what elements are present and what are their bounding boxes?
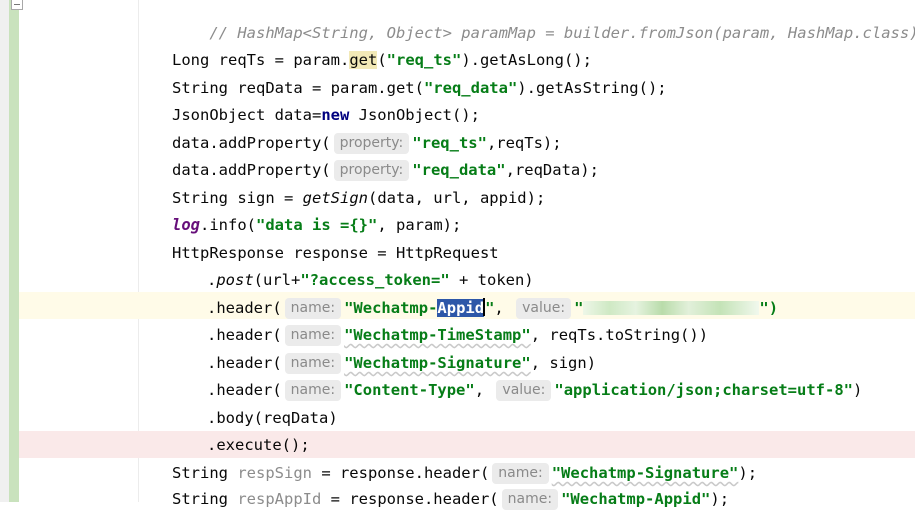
parameter-hint: name: <box>284 298 342 319</box>
code-line[interactable]: String respAppId = response.header(name:… <box>172 486 729 513</box>
usage-highlight: get <box>349 51 378 69</box>
string-literal: "req_data" <box>412 161 506 179</box>
code-text: (data, url, appid); <box>367 189 546 207</box>
code-line-current[interactable]: .header(name: "Wechatmp-Appid", value: " ") <box>207 295 778 322</box>
code-line[interactable]: String reqData = param.get("req_data").g… <box>172 75 667 102</box>
code-text: = response.header( <box>321 490 499 508</box>
code-text: .execute(); <box>207 436 310 454</box>
code-text: .header( <box>207 381 282 399</box>
code-text: , <box>494 299 514 317</box>
parameter-hint: name: <box>284 325 342 346</box>
code-text: JsonObject data= <box>172 106 322 124</box>
code-text: .header( <box>207 299 282 317</box>
code-text: = response.header( <box>311 464 490 482</box>
code-text: , param); <box>377 216 462 234</box>
comment: // HashMap<String, Object> paramMap = bu… <box>209 24 915 42</box>
redacted-value <box>583 301 760 315</box>
code-text: , sign) <box>530 354 597 372</box>
parameter-hint: name: <box>284 353 342 374</box>
code-text: .info( <box>200 216 256 234</box>
code-text: data.addProperty( <box>172 161 331 179</box>
code-text: . <box>207 271 217 289</box>
code-text: ,reqTs); <box>486 134 562 152</box>
keyword: new <box>321 106 350 124</box>
code-text: + token) <box>449 271 534 289</box>
string-literal: "Content-Type" <box>344 381 475 399</box>
code-line[interactable]: .header(name: "Wechatmp-TimeStamp", reqTs… <box>207 322 708 349</box>
string-literal: "?access_token=" <box>300 271 450 289</box>
parameter-hint: name: <box>284 380 342 401</box>
static-field: log <box>172 216 200 234</box>
unused-variable: respAppId <box>237 490 322 508</box>
code-line[interactable]: JsonObject data=new JsonObject(); <box>172 102 480 129</box>
code-line[interactable]: String respSign = response.header(name: "… <box>172 460 757 487</box>
string-literal: "req_ts" <box>412 134 487 152</box>
code-line[interactable]: .post(url+"?access_token=" + token) <box>207 267 534 294</box>
string-literal: "Wechatmp- <box>344 299 438 317</box>
code-line[interactable]: HttpResponse response = HttpRequest <box>172 240 499 267</box>
parameter-hint: name: <box>492 463 549 484</box>
string-literal: "req_data" <box>423 79 518 97</box>
parameter-hint: name: <box>501 489 559 510</box>
code-text: ( <box>377 51 387 69</box>
code-text: ,reqData); <box>505 161 599 179</box>
string-literal: "Wechatmp-TimeStamp" <box>344 326 531 344</box>
code-text: ).getAsLong(); <box>461 51 592 69</box>
code-text: , <box>474 381 494 399</box>
code-text: JsonObject(); <box>349 106 480 124</box>
vcs-change-marker[interactable] <box>9 0 19 502</box>
code-text: ) <box>853 381 863 399</box>
code-text: String sign = <box>172 189 303 207</box>
string-literal: "Wechatmp-Signature" <box>551 464 739 482</box>
code-text: .header( <box>207 326 282 344</box>
string-literal: "Wechatmp-Signature" <box>344 354 531 372</box>
code-line[interactable]: String sign = getSign(data, url, appid); <box>172 185 545 212</box>
code-line[interactable]: data.addProperty(property: "req_ts",reqTs… <box>172 130 562 157</box>
code-text: String <box>172 464 238 482</box>
code-text: String <box>172 490 238 508</box>
fold-collapse-icon[interactable] <box>11 0 23 10</box>
code-line[interactable]: log.info("data is ={}", param); <box>172 212 461 239</box>
code-text: data.addProperty( <box>172 134 331 152</box>
code-line[interactable]: .body(reqData) <box>207 405 338 432</box>
code-text: ); <box>710 490 730 508</box>
string-literal: "req_ts" <box>386 51 462 69</box>
text-selection[interactable]: Appid <box>437 299 485 317</box>
string-literal: "Wechatmp-Appid" <box>561 490 711 508</box>
indent-guide <box>138 0 139 502</box>
string-literal: "application/json;charset=utf-8" <box>554 381 853 399</box>
code-text: , reqTs.toString()) <box>530 326 709 344</box>
code-line[interactable]: .header(name: "Content-Type", value: "appl… <box>207 377 862 404</box>
unused-variable: respSign <box>237 464 312 482</box>
code-text: (url+ <box>253 271 301 289</box>
parameter-hint: property: <box>333 133 410 154</box>
code-text: Long reqTs = param. <box>172 51 350 69</box>
static-method: post <box>216 271 254 289</box>
code-line[interactable]: .header(name: "Wechatmp-Signature", sign) <box>207 350 596 377</box>
code-line[interactable]: Long reqTs = param.get("req_ts").getAsLo… <box>172 47 592 74</box>
code-line-breakpoint[interactable]: .execute(); <box>207 432 310 459</box>
code-text: ); <box>738 464 758 482</box>
code-line[interactable]: data.addProperty(property: "req_data",req… <box>172 157 599 184</box>
string-literal: " <box>574 299 584 317</box>
code-text: .body(reqData) <box>207 409 338 427</box>
static-method: getSign <box>302 189 368 207</box>
string-literal: "data is ={}" <box>256 216 378 234</box>
parameter-hint: value: <box>516 298 572 319</box>
code-text: ).getAsString(); <box>517 79 667 97</box>
breakpoint-line-highlight <box>19 431 915 458</box>
string-literal: ") <box>759 299 779 317</box>
code-line-comment[interactable]: // HashMap<String, Object> paramMap = bu… <box>172 0 915 42</box>
parameter-hint: value: <box>496 380 552 401</box>
parameter-hint: property: <box>333 160 410 181</box>
code-text: .header( <box>207 354 282 372</box>
code-text: HttpResponse response = HttpRequest <box>172 244 499 262</box>
code-text: String reqData = param.get( <box>172 79 424 97</box>
